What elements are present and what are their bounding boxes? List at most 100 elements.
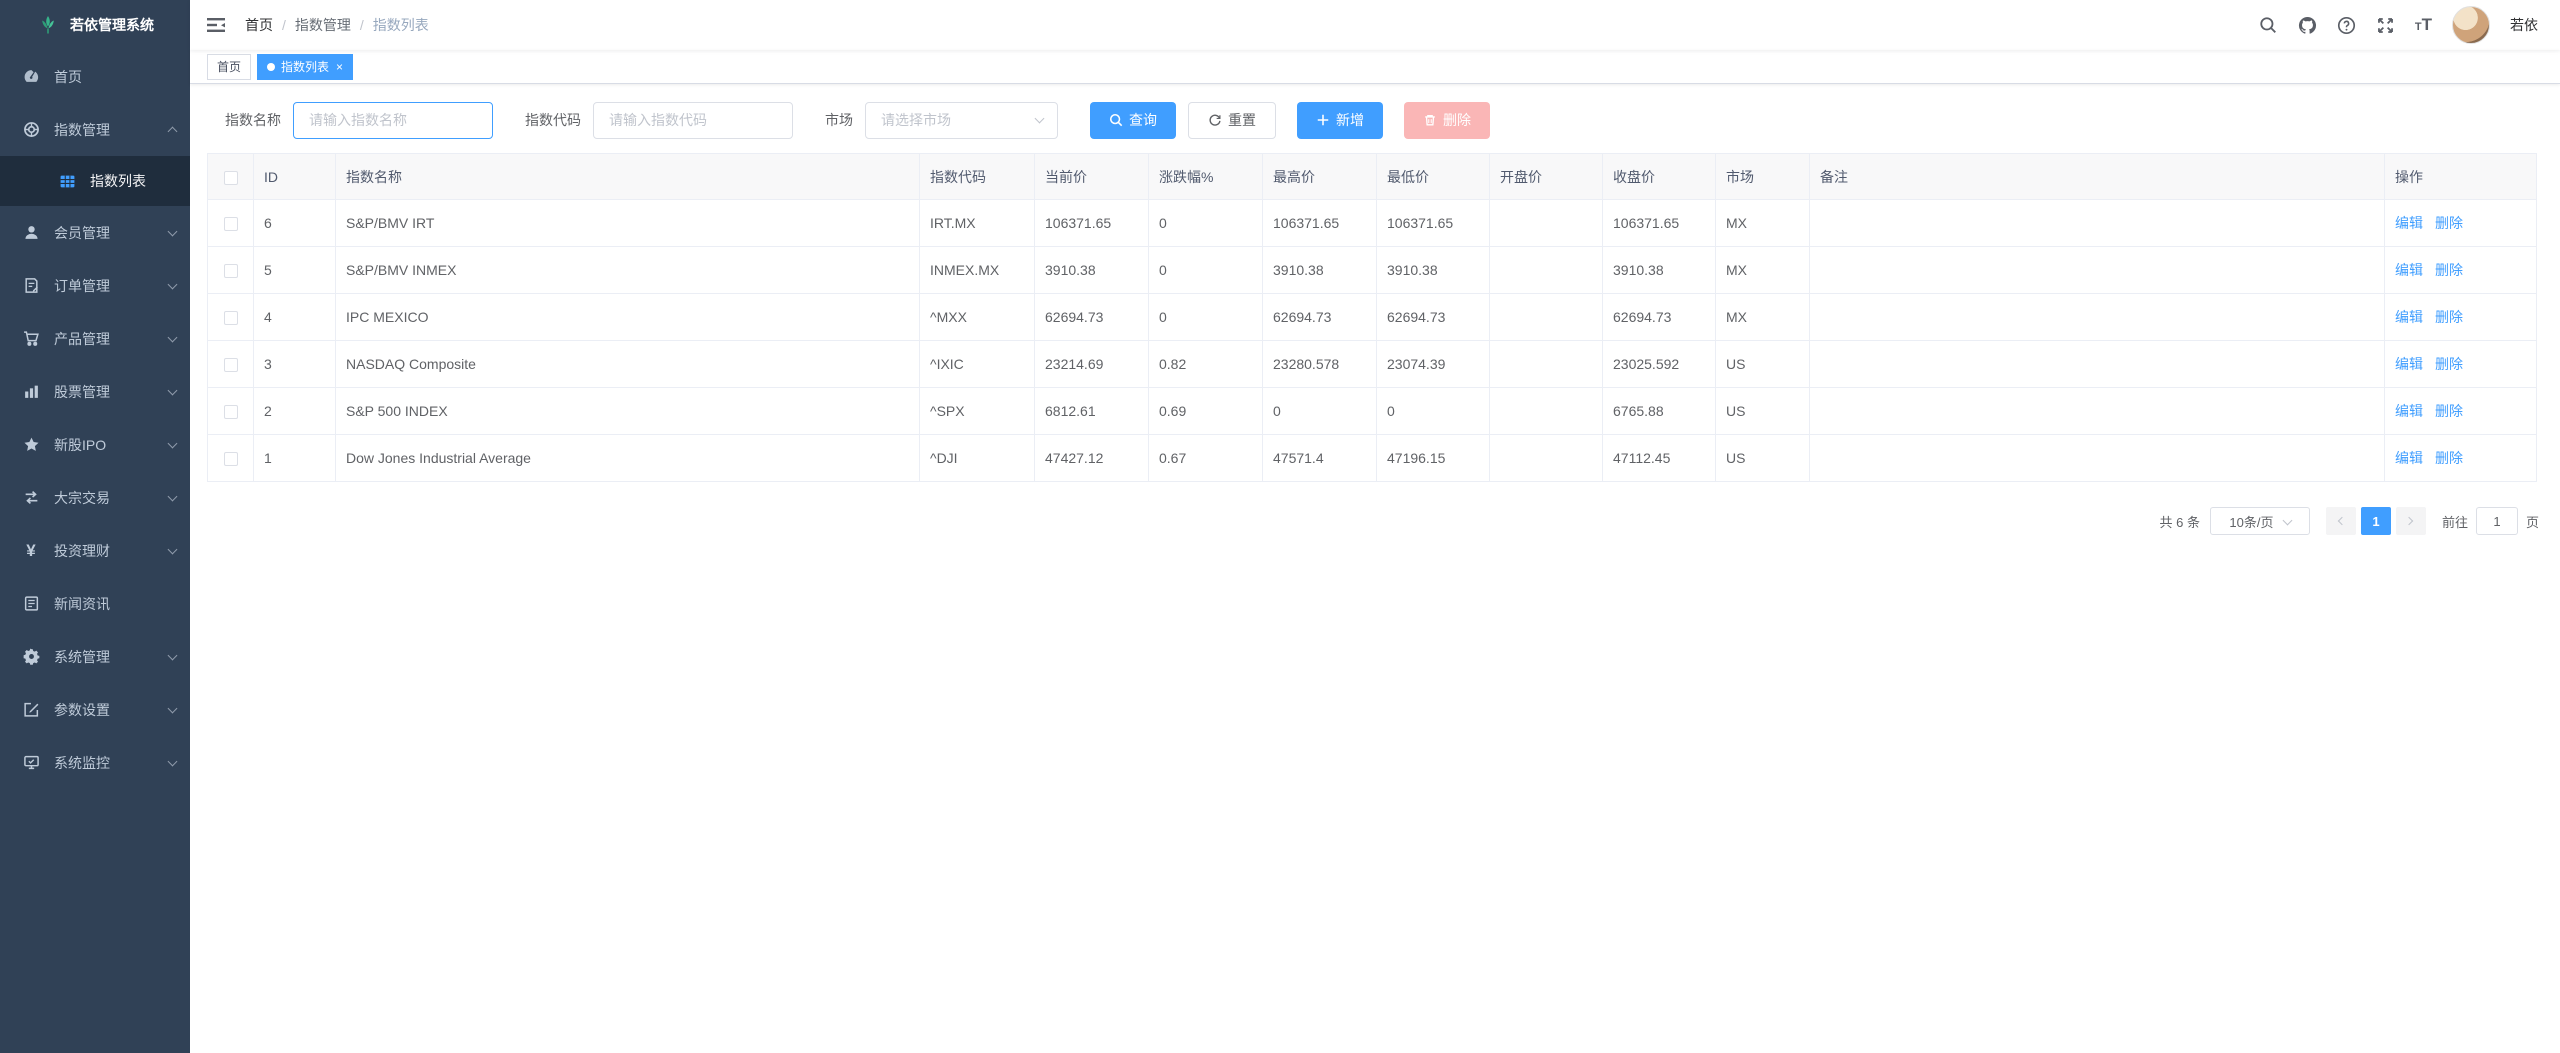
filter-form: 指数名称 指数代码 市场 请选择市场 查询 xyxy=(225,101,2543,139)
chevron-down-icon xyxy=(168,650,178,660)
chevron-down-icon xyxy=(168,385,178,395)
magnifier-icon xyxy=(1109,113,1123,127)
delete-link[interactable]: 删除 xyxy=(2435,356,2463,372)
app-logo[interactable]: 若依管理系统 xyxy=(0,0,190,50)
cell-high: 3910.38 xyxy=(1263,247,1377,294)
sidebar-item-system-management[interactable]: 系统管理 xyxy=(0,630,190,683)
tag-index-list[interactable]: 指数列表 × xyxy=(257,54,353,80)
sidebar-item-member-management[interactable]: 会员管理 xyxy=(0,206,190,259)
market-field-label: 市场 xyxy=(825,110,853,130)
row-checkbox[interactable] xyxy=(224,264,238,278)
select-all-checkbox[interactable] xyxy=(224,171,238,185)
search-icon[interactable] xyxy=(2259,16,2278,35)
delete-link[interactable]: 删除 xyxy=(2435,450,2463,466)
delete-button[interactable]: 删除 xyxy=(1404,102,1490,139)
index-table: ID 指数名称 指数代码 当前价 涨跌幅% 最高价 最低价 开盘价 收盘价 市场… xyxy=(207,153,2537,482)
hamburger-icon[interactable] xyxy=(205,14,227,36)
sidebar-item-ipo[interactable]: 新股IPO xyxy=(0,418,190,471)
sidebar-subitem-index-list[interactable]: 指数列表 xyxy=(0,156,190,206)
breadcrumb-separator: / xyxy=(282,17,286,33)
delete-link[interactable]: 删除 xyxy=(2435,403,2463,419)
delete-link[interactable]: 删除 xyxy=(2435,215,2463,231)
index-name-input[interactable] xyxy=(293,102,493,139)
cell-id: 1 xyxy=(254,435,336,482)
sidebar-item-investment[interactable]: ¥ 投资理财 xyxy=(0,524,190,577)
sidebar-item-home[interactable]: 首页 xyxy=(0,50,190,103)
market-select[interactable]: 请选择市场 xyxy=(865,102,1058,139)
cell-open xyxy=(1490,294,1603,341)
chevron-down-icon xyxy=(168,438,178,448)
sidebar-item-news[interactable]: 新闻资讯 xyxy=(0,577,190,630)
cell-code: ^SPX xyxy=(920,388,1035,435)
search-button[interactable]: 查询 xyxy=(1090,102,1176,139)
col-current: 当前价 xyxy=(1035,154,1149,200)
cell-change: 0.67 xyxy=(1149,435,1263,482)
col-operations: 操作 xyxy=(2385,154,2537,200)
table-row: 3 NASDAQ Composite ^IXIC 23214.69 0.82 2… xyxy=(208,341,2537,388)
table-row: 1 Dow Jones Industrial Average ^DJI 4742… xyxy=(208,435,2537,482)
cell-close: 23025.592 xyxy=(1603,341,1716,388)
tag-home[interactable]: 首页 xyxy=(207,54,251,80)
sidebar-item-block-trade[interactable]: 大宗交易 xyxy=(0,471,190,524)
goto-label: 前往 xyxy=(2442,512,2468,531)
table-row: 5 S&P/BMV INMEX INMEX.MX 3910.38 0 3910.… xyxy=(208,247,2537,294)
breadcrumb-index-list: 指数列表 xyxy=(373,15,429,35)
breadcrumb-index-management[interactable]: 指数管理 xyxy=(295,15,351,35)
cell-operations: 编辑删除 xyxy=(2385,247,2537,294)
row-checkbox[interactable] xyxy=(224,405,238,419)
cell-id: 3 xyxy=(254,341,336,388)
edit-link[interactable]: 编辑 xyxy=(2395,450,2423,466)
cell-low: 3910.38 xyxy=(1377,247,1490,294)
dashboard-icon xyxy=(22,68,40,86)
edit-link[interactable]: 编辑 xyxy=(2395,309,2423,325)
lifebuoy-icon xyxy=(22,121,40,139)
delete-link[interactable]: 删除 xyxy=(2435,309,2463,325)
edit-link[interactable]: 编辑 xyxy=(2395,262,2423,278)
top-navbar: 首页 / 指数管理 / 指数列表 xyxy=(190,0,2560,50)
cell-change: 0 xyxy=(1149,247,1263,294)
edit-link[interactable]: 编辑 xyxy=(2395,356,2423,372)
sidebar-item-stock-management[interactable]: 股票管理 xyxy=(0,365,190,418)
delete-link[interactable]: 删除 xyxy=(2435,262,2463,278)
edit-link[interactable]: 编辑 xyxy=(2395,403,2423,419)
row-checkbox[interactable] xyxy=(224,311,238,325)
trash-icon xyxy=(1423,113,1437,127)
edit-link[interactable]: 编辑 xyxy=(2395,215,2423,231)
goto-page-input[interactable] xyxy=(2476,507,2518,535)
sidebar-item-index-management[interactable]: 指数管理 xyxy=(0,103,190,156)
avatar[interactable] xyxy=(2452,6,2490,44)
row-checkbox[interactable] xyxy=(224,452,238,466)
font-size-icon[interactable]: TT xyxy=(2415,15,2432,35)
next-page-button[interactable] xyxy=(2396,507,2426,535)
row-checkbox[interactable] xyxy=(224,358,238,372)
sidebar-item-order-management[interactable]: 订单管理 xyxy=(0,259,190,312)
page-size-select[interactable]: 10条/页 xyxy=(2210,507,2310,535)
page-number-1[interactable]: 1 xyxy=(2361,507,2391,535)
table-header-row: ID 指数名称 指数代码 当前价 涨跌幅% 最高价 最低价 开盘价 收盘价 市场… xyxy=(208,154,2537,200)
breadcrumb-home[interactable]: 首页 xyxy=(245,15,273,35)
cell-remark xyxy=(1810,200,2385,247)
sidebar: 若依管理系统 首页 指数管理 xyxy=(0,0,190,1053)
sidebar-item-parameter-settings[interactable]: 参数设置 xyxy=(0,683,190,736)
col-name: 指数名称 xyxy=(336,154,920,200)
cell-change: 0 xyxy=(1149,294,1263,341)
prev-page-button[interactable] xyxy=(2326,507,2356,535)
row-checkbox[interactable] xyxy=(224,217,238,231)
close-icon[interactable]: × xyxy=(336,61,343,73)
fullscreen-icon[interactable] xyxy=(2376,16,2395,35)
sidebar-item-product-management[interactable]: 产品管理 xyxy=(0,312,190,365)
tag-label: 首页 xyxy=(217,58,241,75)
help-icon[interactable] xyxy=(2337,16,2356,35)
add-button[interactable]: 新增 xyxy=(1297,102,1383,139)
cell-operations: 编辑删除 xyxy=(2385,388,2537,435)
index-code-input[interactable] xyxy=(593,102,793,139)
cell-name: IPC MEXICO xyxy=(336,294,920,341)
username[interactable]: 若依 xyxy=(2510,15,2538,35)
reset-button[interactable]: 重置 xyxy=(1188,102,1276,139)
sidebar-item-system-monitor[interactable]: 系统监控 xyxy=(0,736,190,789)
table-row: 2 S&P 500 INDEX ^SPX 6812.61 0.69 0 0 67… xyxy=(208,388,2537,435)
delete-button-label: 删除 xyxy=(1443,110,1471,130)
cell-low: 0 xyxy=(1377,388,1490,435)
github-icon[interactable] xyxy=(2298,16,2317,35)
cell-remark xyxy=(1810,294,2385,341)
